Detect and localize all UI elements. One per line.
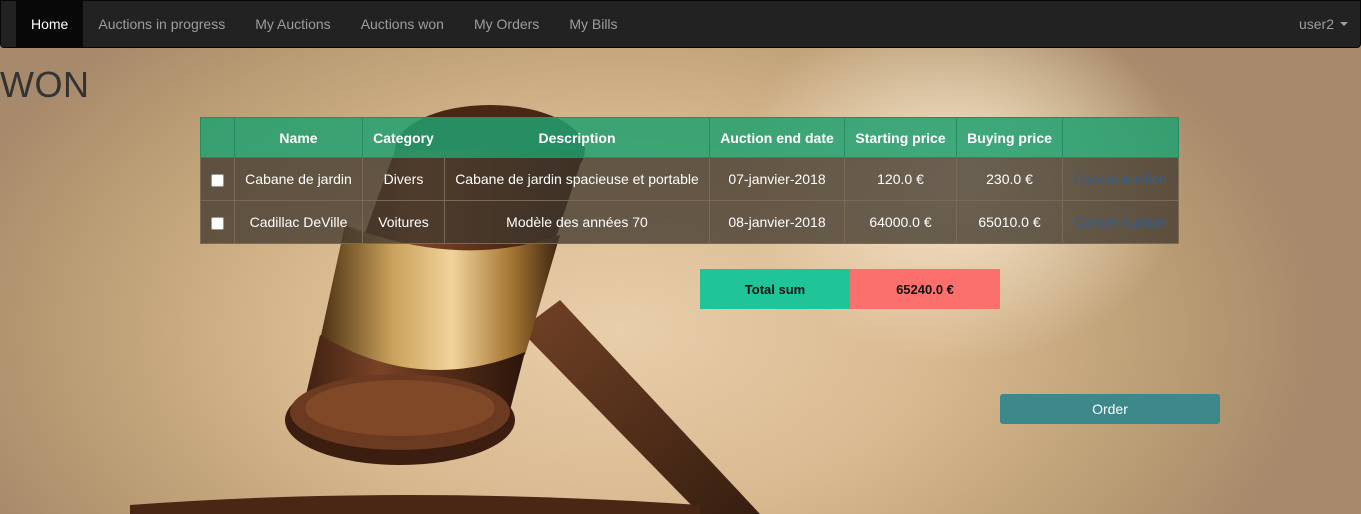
cell-starting-price: 64000.0 € xyxy=(844,200,957,244)
cell-category: Divers xyxy=(362,157,445,201)
header-select xyxy=(200,117,235,158)
cell-description: Cabane de jardin spacieuse et portable xyxy=(444,157,710,201)
header-action xyxy=(1062,117,1179,158)
cell-buying-price: 230.0 € xyxy=(956,157,1063,201)
gavel-background-image xyxy=(130,105,760,514)
cell-end-date: 08-janvier-2018 xyxy=(709,200,845,244)
header-name: Name xyxy=(234,117,363,158)
page-title: WON xyxy=(0,64,90,105)
row-select-cell xyxy=(200,200,235,244)
header-description: Description xyxy=(444,117,710,158)
nav-item-my-orders[interactable]: My Orders xyxy=(459,1,554,47)
header-starting-price: Starting price xyxy=(844,117,957,158)
order-button[interactable]: Order xyxy=(1000,394,1220,424)
won-auctions-table: Name Category Description Auction end da… xyxy=(200,117,1179,244)
header-category: Category xyxy=(362,117,445,158)
cell-category: Voitures xyxy=(362,200,445,244)
row-checkbox[interactable] xyxy=(211,216,224,230)
cell-action: Cancel Auction xyxy=(1062,200,1179,244)
nav-item-home[interactable]: Home xyxy=(16,1,84,47)
cell-end-date: 07-janvier-2018 xyxy=(709,157,845,201)
nav-item-auctions-in-progress[interactable]: Auctions in progress xyxy=(83,1,240,47)
nav-menu: Home Auctions in progress My Auctions Au… xyxy=(16,1,633,47)
user-menu-dropdown[interactable]: user2 xyxy=(1299,1,1348,47)
cell-starting-price: 120.0 € xyxy=(844,157,957,201)
cancel-auction-link[interactable]: Cancel Auction xyxy=(1074,171,1167,187)
cancel-auction-link[interactable]: Cancel Auction xyxy=(1074,214,1167,230)
nav-item-my-auctions[interactable]: My Auctions xyxy=(240,1,345,47)
navbar: Home Auctions in progress My Auctions Au… xyxy=(0,0,1361,48)
row-select-cell xyxy=(200,157,235,201)
table-row: Cabane de jardin Divers Cabane de jardin… xyxy=(200,157,1179,201)
caret-down-icon xyxy=(1340,22,1348,26)
cell-name: Cabane de jardin xyxy=(234,157,363,201)
user-name: user2 xyxy=(1298,16,1334,32)
table-row: Cadillac DeVille Voitures Modèle des ann… xyxy=(200,200,1179,244)
total-sum-box: Total sum 65240.0 € xyxy=(700,269,1000,309)
cell-description: Modèle des années 70 xyxy=(444,200,710,244)
table-header-row: Name Category Description Auction end da… xyxy=(200,117,1179,158)
cell-buying-price: 65010.0 € xyxy=(956,200,1063,244)
cell-action: Cancel Auction xyxy=(1062,157,1179,201)
header-buying-price: Buying price xyxy=(956,117,1063,158)
row-checkbox[interactable] xyxy=(211,173,224,187)
header-end-date: Auction end date xyxy=(709,117,845,158)
total-sum-label: Total sum xyxy=(700,269,850,309)
nav-item-auctions-won[interactable]: Auctions won xyxy=(346,1,459,47)
nav-item-my-bills[interactable]: My Bills xyxy=(554,1,632,47)
total-sum-value: 65240.0 € xyxy=(850,269,1000,309)
cell-name: Cadillac DeVille xyxy=(234,200,363,244)
